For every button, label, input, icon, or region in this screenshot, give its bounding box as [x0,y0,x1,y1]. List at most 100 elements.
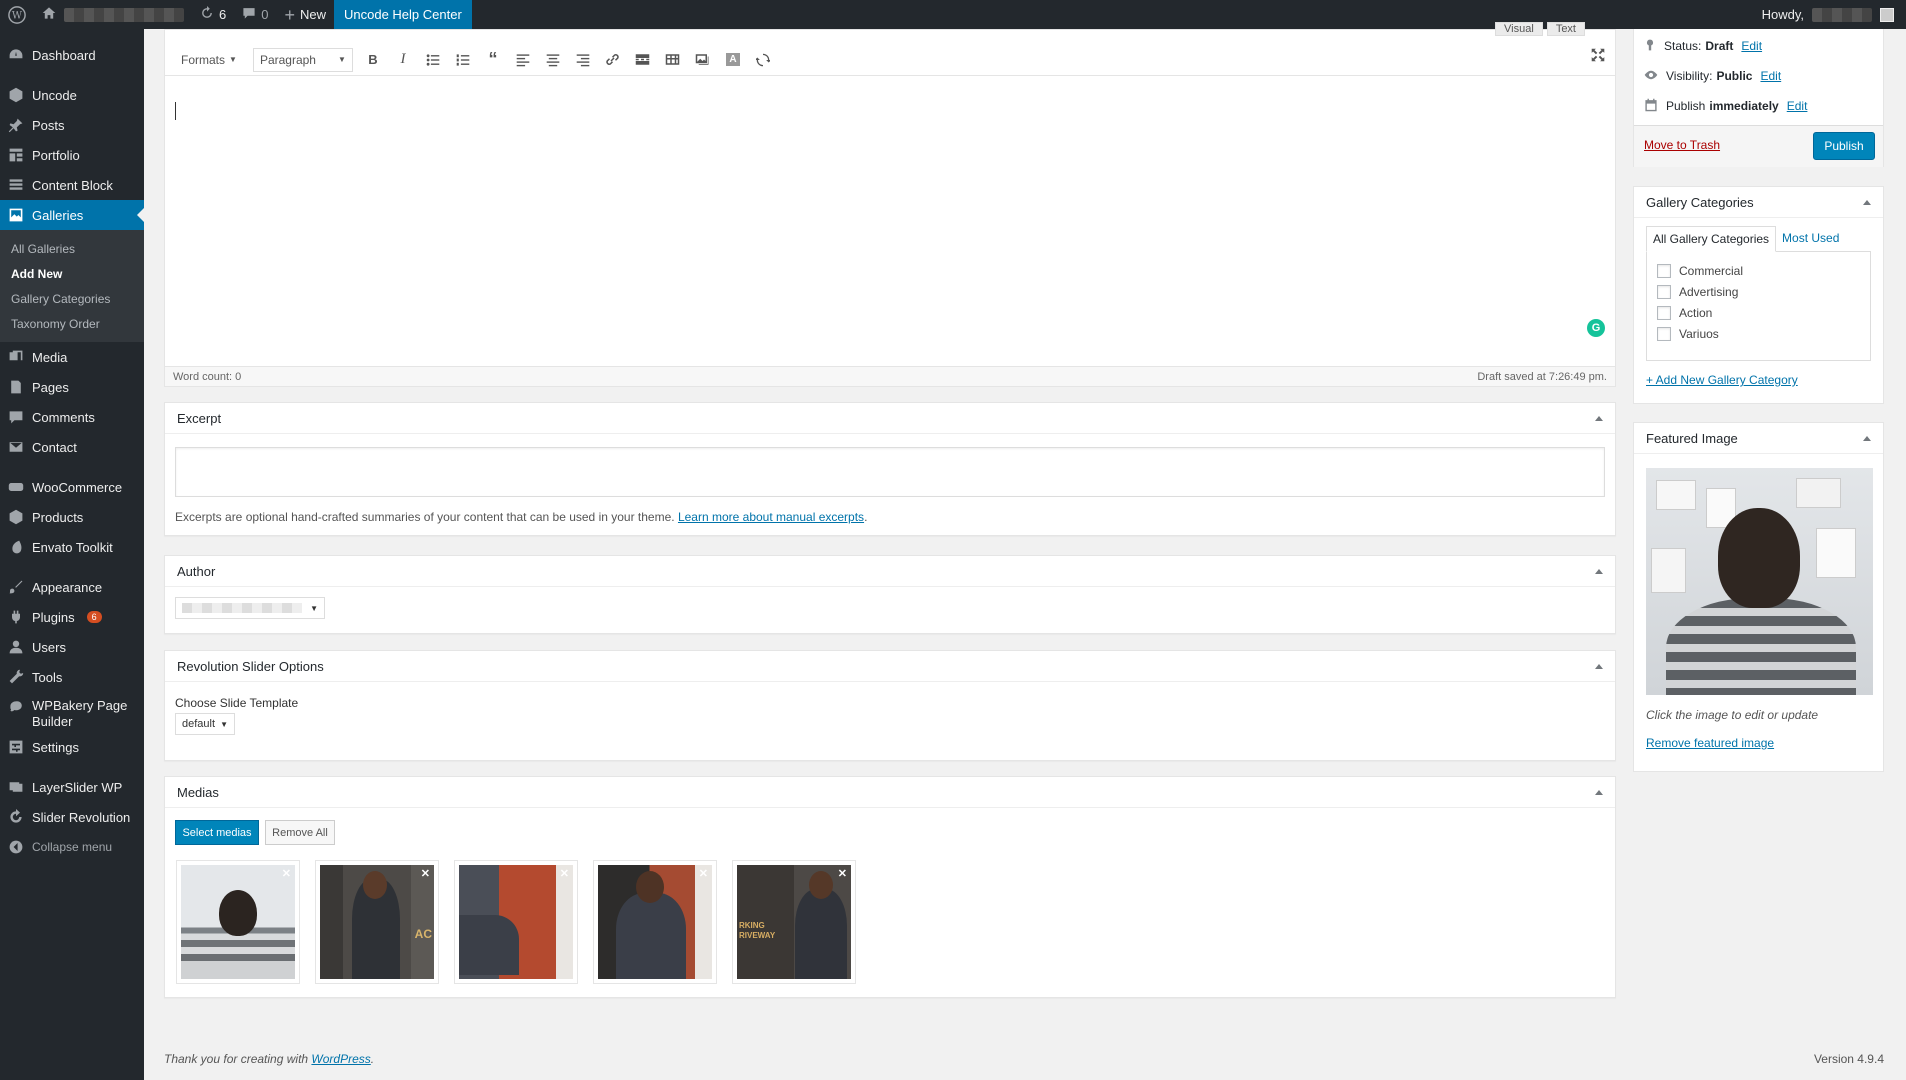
submenu-add-new[interactable]: Add New [0,261,144,286]
remove-media-icon[interactable]: ✕ [699,867,708,880]
sidebar-item-woocommerce[interactable]: WooCommerce [0,472,144,502]
remove-featured-image-link[interactable]: Remove featured image [1646,736,1774,750]
wordpress-link[interactable]: WordPress [311,1052,370,1066]
author-header[interactable]: Author [165,556,1615,587]
grammarly-icon[interactable]: G [1587,319,1605,337]
media-thumbnail[interactable]: ✕ [454,860,578,984]
media-thumbnail[interactable]: ✕ [176,860,300,984]
blockquote-button[interactable]: “ [483,49,503,70]
wordpress-logo-icon[interactable]: W [0,0,34,29]
remove-media-icon[interactable]: ✕ [421,867,430,880]
featured-image-thumbnail[interactable] [1646,468,1873,695]
sidebar-item-uncode[interactable]: Uncode [0,80,144,110]
sidebar-item-appearance[interactable]: Appearance [0,572,144,602]
submenu-gallery-categories[interactable]: Gallery Categories [0,286,144,311]
tab-text[interactable]: Text [1546,22,1585,36]
category-item[interactable]: Variuos [1657,323,1860,344]
collapse-arrow-icon[interactable] [1863,199,1871,205]
new-content-link[interactable]: + New [276,0,334,29]
category-checkbox[interactable] [1657,284,1671,299]
table-button[interactable] [663,50,683,70]
media-thumbnail[interactable]: ✕ [593,860,717,984]
sidebar-item-posts[interactable]: Posts [0,110,144,140]
sidebar-item-tools[interactable]: Tools [0,662,144,692]
category-checkbox[interactable] [1657,263,1671,278]
excerpt-textarea[interactable] [175,447,1605,497]
learn-more-excerpts-link[interactable]: Learn more about manual excerpts [678,510,864,524]
category-item[interactable]: Advertising [1657,281,1860,302]
avatar[interactable] [1880,7,1894,22]
collapse-arrow-icon[interactable] [1863,435,1871,441]
category-item[interactable]: Action [1657,302,1860,323]
howdy-label[interactable]: Howdy, [1762,7,1804,22]
medias-header[interactable]: Medias [165,777,1615,808]
category-checkbox[interactable] [1657,305,1671,320]
remove-media-icon[interactable]: ✕ [560,867,569,880]
sidebar-item-slider-revolution[interactable]: Slider Revolution [0,802,144,832]
collapse-arrow-icon[interactable] [1595,415,1603,421]
sidebar-item-dashboard[interactable]: Dashboard [0,40,144,70]
collapse-menu-button[interactable]: Collapse menu [0,832,144,862]
sidebar-item-galleries[interactable]: Galleries [0,200,144,230]
edit-status-link[interactable]: Edit [1741,39,1762,53]
sidebar-item-wpbakery[interactable]: WPBakery Page Builder [0,692,144,732]
remove-media-icon[interactable]: ✕ [282,867,291,880]
sidebar-item-media[interactable]: Media [0,342,144,372]
bold-button[interactable]: B [363,50,383,70]
sidebar-item-plugins[interactable]: Plugins 6 [0,602,144,632]
fullscreen-button[interactable] [1591,48,1605,65]
align-right-button[interactable] [573,50,593,70]
submenu-taxonomy-order[interactable]: Taxonomy Order [0,311,144,336]
select-medias-button[interactable]: Select medias [175,820,259,845]
revslider-header[interactable]: Revolution Slider Options [165,651,1615,682]
author-select[interactable]: ▼ [175,597,325,619]
paragraph-format-select[interactable]: Paragraph ▼ [252,47,353,72]
italic-button[interactable]: I [393,50,413,70]
media-thumbnail[interactable]: AC ✕ [315,860,439,984]
comments-link[interactable]: 0 [234,0,276,29]
sidebar-item-portfolio[interactable]: Portfolio [0,140,144,170]
read-more-button[interactable] [633,50,653,70]
remove-media-icon[interactable]: ✕ [838,867,847,880]
sidebar-item-settings[interactable]: Settings [0,732,144,762]
formats-dropdown[interactable]: Formats ▼ [175,48,243,72]
sidebar-item-content-block[interactable]: Content Block [0,170,144,200]
category-checkbox[interactable] [1657,326,1671,341]
insert-media-button[interactable] [693,50,713,70]
sidebar-item-products[interactable]: Products [0,502,144,532]
text-color-button[interactable]: A [723,50,743,70]
sidebar-item-pages[interactable]: Pages [0,372,144,402]
username-redacted[interactable] [1812,7,1872,22]
tab-most-used[interactable]: Most Used [1776,226,1845,252]
edit-visibility-link[interactable]: Edit [1760,69,1781,83]
sidebar-item-envato-toolkit[interactable]: Envato Toolkit [0,532,144,562]
tab-visual[interactable]: Visual [1495,22,1543,36]
uncode-help-center-link[interactable]: Uncode Help Center [334,0,472,29]
sidebar-item-contact[interactable]: Contact [0,432,144,462]
collapse-arrow-icon[interactable] [1595,789,1603,795]
updates-link[interactable]: 6 [192,0,234,29]
site-name-link[interactable] [34,0,192,29]
align-center-button[interactable] [543,50,563,70]
category-item[interactable]: Commercial [1657,260,1860,281]
sidebar-item-layerslider[interactable]: LayerSlider WP [0,772,144,802]
align-left-button[interactable] [513,50,533,70]
gallery-categories-header[interactable]: Gallery Categories [1634,187,1883,218]
slide-template-select[interactable]: default ▼ [175,713,235,735]
edit-schedule-link[interactable]: Edit [1787,99,1808,113]
media-thumbnail[interactable]: RKING RIVEWAY ✕ [732,860,856,984]
sidebar-item-users[interactable]: Users [0,632,144,662]
add-new-gallery-category-link[interactable]: + Add New Gallery Category [1646,373,1798,387]
remove-all-button[interactable]: Remove All [265,820,335,845]
numbered-list-button[interactable] [453,50,473,70]
refresh-button[interactable] [753,50,773,70]
submenu-all-galleries[interactable]: All Galleries [0,236,144,261]
insert-link-button[interactable] [603,50,623,70]
collapse-arrow-icon[interactable] [1595,663,1603,669]
bulleted-list-button[interactable] [423,50,443,70]
tab-all-gallery-categories[interactable]: All Gallery Categories [1646,226,1777,252]
move-to-trash-link[interactable]: Move to Trash [1644,138,1720,152]
sidebar-item-comments[interactable]: Comments [0,402,144,432]
collapse-arrow-icon[interactable] [1595,568,1603,574]
excerpt-header[interactable]: Excerpt [165,403,1615,434]
